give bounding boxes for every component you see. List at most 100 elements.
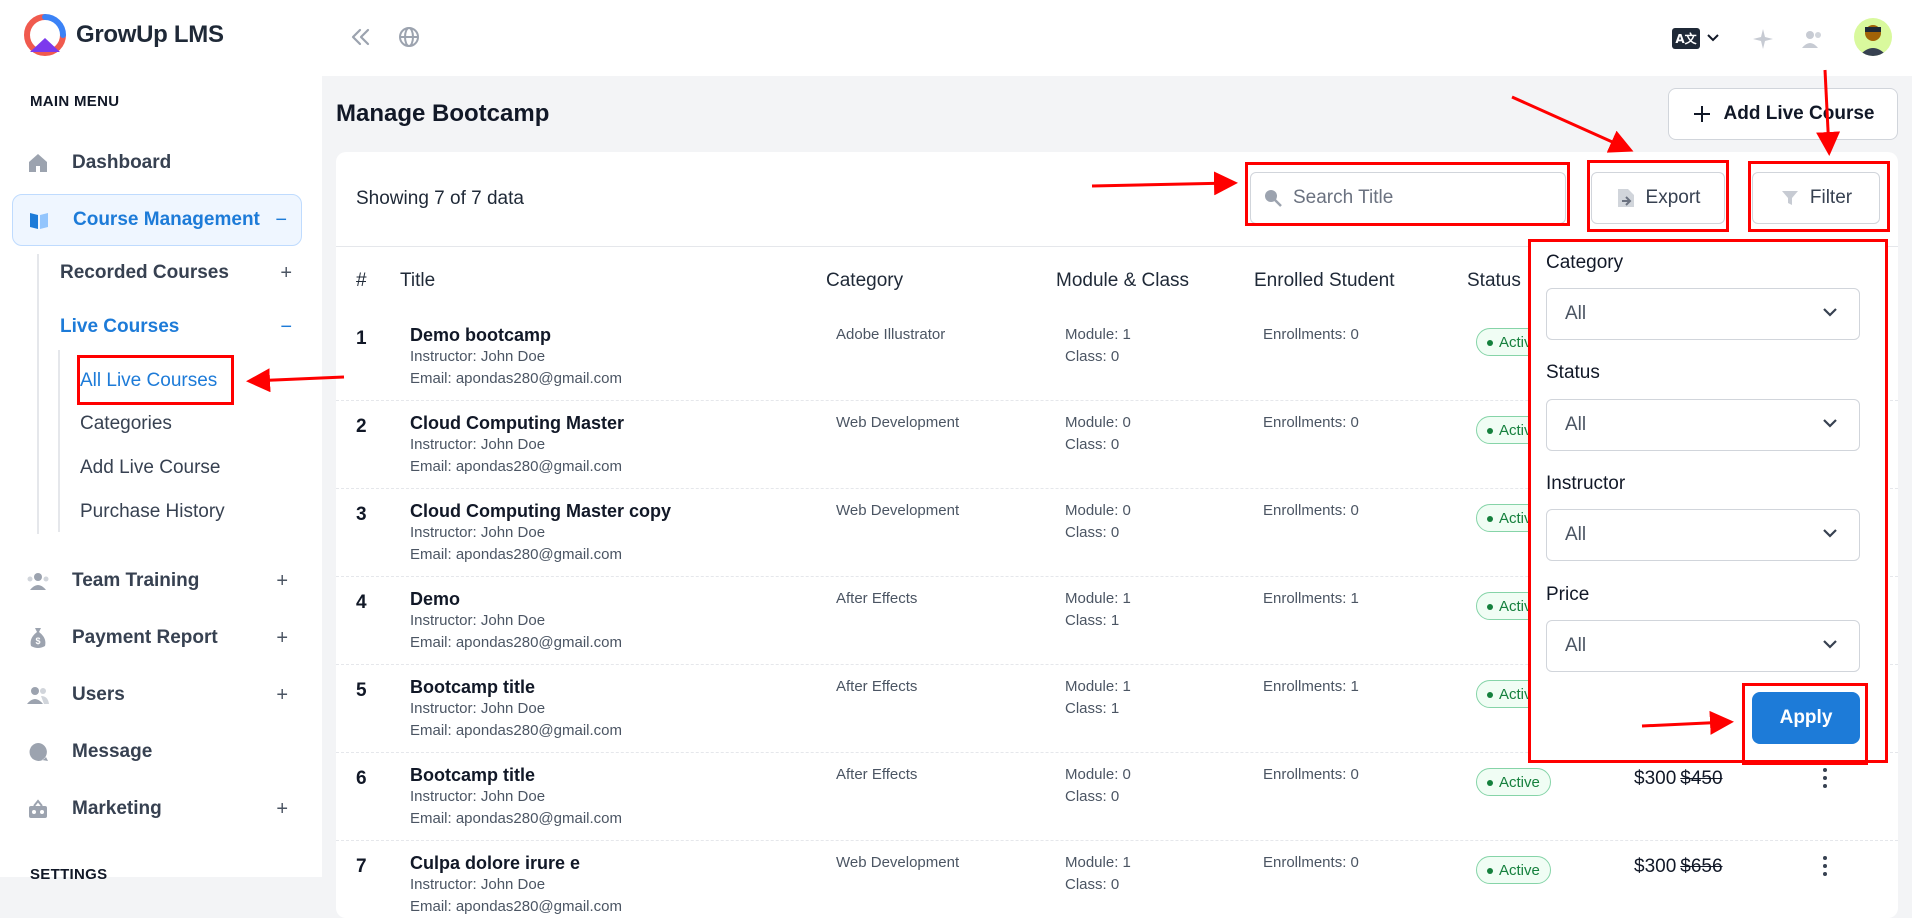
- sidebar-item-add-live-course[interactable]: Add Live Course: [80, 457, 220, 479]
- sidebar-item-label: Course Management: [73, 209, 260, 230]
- course-title[interactable]: Bootcamp title: [410, 676, 622, 698]
- add-live-course-label: Add Live Course: [1723, 103, 1875, 124]
- row-actions-menu-icon[interactable]: [1820, 766, 1830, 790]
- sidebar-item-categories[interactable]: Categories: [80, 413, 172, 435]
- class-count: Class: 0: [1065, 348, 1120, 365]
- course-title[interactable]: Demo bootcamp: [410, 324, 622, 346]
- course-instructor: Instructor: John Doe: [410, 348, 546, 365]
- course-instructor: Instructor: John Doe: [410, 612, 546, 629]
- course-instructor: Instructor: John Doe: [410, 788, 546, 805]
- table-row[interactable]: 6 Bootcamp title Instructor: John Doe Email…: [336, 754, 1898, 842]
- enrollment-count: Enrollments: 0: [1263, 766, 1359, 783]
- module-class: Module: 1 Class: 0: [1065, 324, 1131, 368]
- app-logo[interactable]: GrowUp LMS: [22, 14, 224, 56]
- page-title: Manage Bootcamp: [336, 100, 550, 127]
- collapse-icon[interactable]: −: [280, 316, 292, 339]
- expand-icon[interactable]: +: [276, 627, 288, 650]
- enrollment-count: Enrollments: 0: [1263, 326, 1359, 343]
- sidebar-item-live-courses[interactable]: Live Courses −: [60, 316, 300, 338]
- annotation-box-apply: [1742, 683, 1868, 765]
- class-count: Class: 1: [1065, 700, 1120, 717]
- course-price: $300 $450: [1634, 768, 1723, 790]
- course-instructor: Instructor: John Doe: [410, 876, 546, 893]
- tree-line: [37, 254, 39, 534]
- course-email: Email: apondas280@gmail.com: [410, 722, 622, 739]
- home-icon: [26, 151, 50, 175]
- sidebar-item-team-training[interactable]: Team Training +: [12, 555, 302, 607]
- status-badge: Active: [1476, 856, 1551, 884]
- course-instructor: Instructor: John Doe: [410, 436, 546, 453]
- row-number: 3: [356, 504, 367, 525]
- add-live-course-button[interactable]: Add Live Course: [1668, 88, 1898, 140]
- course-title[interactable]: Cloud Computing Master: [410, 412, 624, 434]
- course-category: Web Development: [836, 854, 960, 871]
- expand-icon[interactable]: +: [276, 570, 288, 593]
- course-info: Cloud Computing Master copy Instructor: J…: [410, 500, 671, 566]
- expand-icon[interactable]: +: [280, 262, 292, 285]
- row-number: 1: [356, 328, 367, 349]
- course-category: Adobe Illustrator: [836, 326, 946, 343]
- module-class: Module: 1 Class: 1: [1065, 676, 1131, 720]
- course-instructor: Instructor: John Doe: [410, 700, 546, 717]
- user-avatar-icon: [1859, 25, 1887, 56]
- users-switch-icon[interactable]: [1798, 24, 1828, 54]
- sidebar-item-label: Marketing: [72, 798, 162, 819]
- team-icon: [26, 569, 50, 593]
- sidebar-item-users[interactable]: Users +: [12, 669, 302, 721]
- annotation-box-all-live-courses: [77, 355, 234, 405]
- course-price: $300 $656: [1634, 856, 1723, 878]
- row-actions-menu-icon[interactable]: [1820, 854, 1830, 878]
- course-title[interactable]: Bootcamp title: [410, 764, 622, 786]
- sidebar: GrowUp LMS MAIN MENU Dashboard Course Ma…: [0, 0, 322, 883]
- sparkle-icon[interactable]: [1748, 24, 1778, 54]
- class-count: Class: 0: [1065, 436, 1120, 453]
- language-switcher[interactable]: A文: [1668, 24, 1724, 52]
- course-info: Culpa dolore irure e Instructor: John Doe…: [410, 852, 622, 918]
- sidebar-item-label: Users: [72, 684, 125, 705]
- current-price: $300: [1634, 768, 1677, 789]
- table-row[interactable]: 7 Culpa dolore irure e Instructor: John Do…: [336, 842, 1898, 918]
- module-class: Module: 1 Class: 0: [1065, 852, 1131, 896]
- row-number: 7: [356, 856, 367, 877]
- column-header-enrolled[interactable]: Enrolled Student: [1254, 270, 1395, 292]
- sidebar-item-marketing[interactable]: Marketing +: [12, 783, 302, 835]
- annotation-box-search: [1245, 162, 1570, 226]
- module-class: Module: 1 Class: 1: [1065, 588, 1131, 632]
- module-count: Module: 0: [1065, 766, 1131, 783]
- course-category: Web Development: [836, 414, 960, 431]
- class-count: Class: 0: [1065, 788, 1120, 805]
- settings-title: SETTINGS: [30, 866, 108, 883]
- sidebar-item-purchase-history[interactable]: Purchase History: [80, 501, 225, 523]
- translate-icon: A文: [1672, 27, 1700, 49]
- expand-icon[interactable]: +: [276, 684, 288, 707]
- plus-icon: [1693, 106, 1710, 122]
- collapse-sidebar-icon[interactable]: [346, 22, 376, 52]
- sidebar-item-dashboard[interactable]: Dashboard: [12, 137, 302, 189]
- sidebar-item-recorded-courses[interactable]: Recorded Courses +: [60, 262, 300, 284]
- sidebar-item-payment-report[interactable]: $ Payment Report +: [12, 612, 302, 664]
- enrollment-count: Enrollments: 0: [1263, 414, 1359, 431]
- class-count: Class: 0: [1065, 524, 1120, 541]
- globe-icon[interactable]: [394, 22, 424, 52]
- expand-icon[interactable]: +: [276, 798, 288, 821]
- row-number: 5: [356, 680, 367, 701]
- module-count: Module: 1: [1065, 678, 1131, 695]
- column-header-module-class[interactable]: Module & Class: [1056, 270, 1189, 292]
- message-icon: [26, 740, 50, 764]
- course-title[interactable]: Culpa dolore irure e: [410, 852, 622, 874]
- course-info: Bootcamp title Instructor: John Doe Email:…: [410, 676, 622, 742]
- course-category: After Effects: [836, 590, 918, 607]
- avatar[interactable]: [1854, 18, 1892, 56]
- column-header-title[interactable]: Title: [400, 270, 435, 292]
- course-title[interactable]: Demo: [410, 588, 622, 610]
- course-title[interactable]: Cloud Computing Master copy: [410, 500, 671, 522]
- column-header-category[interactable]: Category: [826, 270, 903, 292]
- svg-text:$: $: [35, 636, 40, 646]
- sidebar-item-course-management[interactable]: Course Management −: [12, 194, 302, 246]
- old-price: $656: [1680, 856, 1723, 877]
- collapse-icon[interactable]: −: [275, 209, 287, 232]
- column-header-status[interactable]: Status: [1467, 270, 1521, 292]
- module-count: Module: 1: [1065, 854, 1131, 871]
- course-info: Bootcamp title Instructor: John Doe Email:…: [410, 764, 622, 830]
- sidebar-item-message[interactable]: Message: [12, 726, 302, 778]
